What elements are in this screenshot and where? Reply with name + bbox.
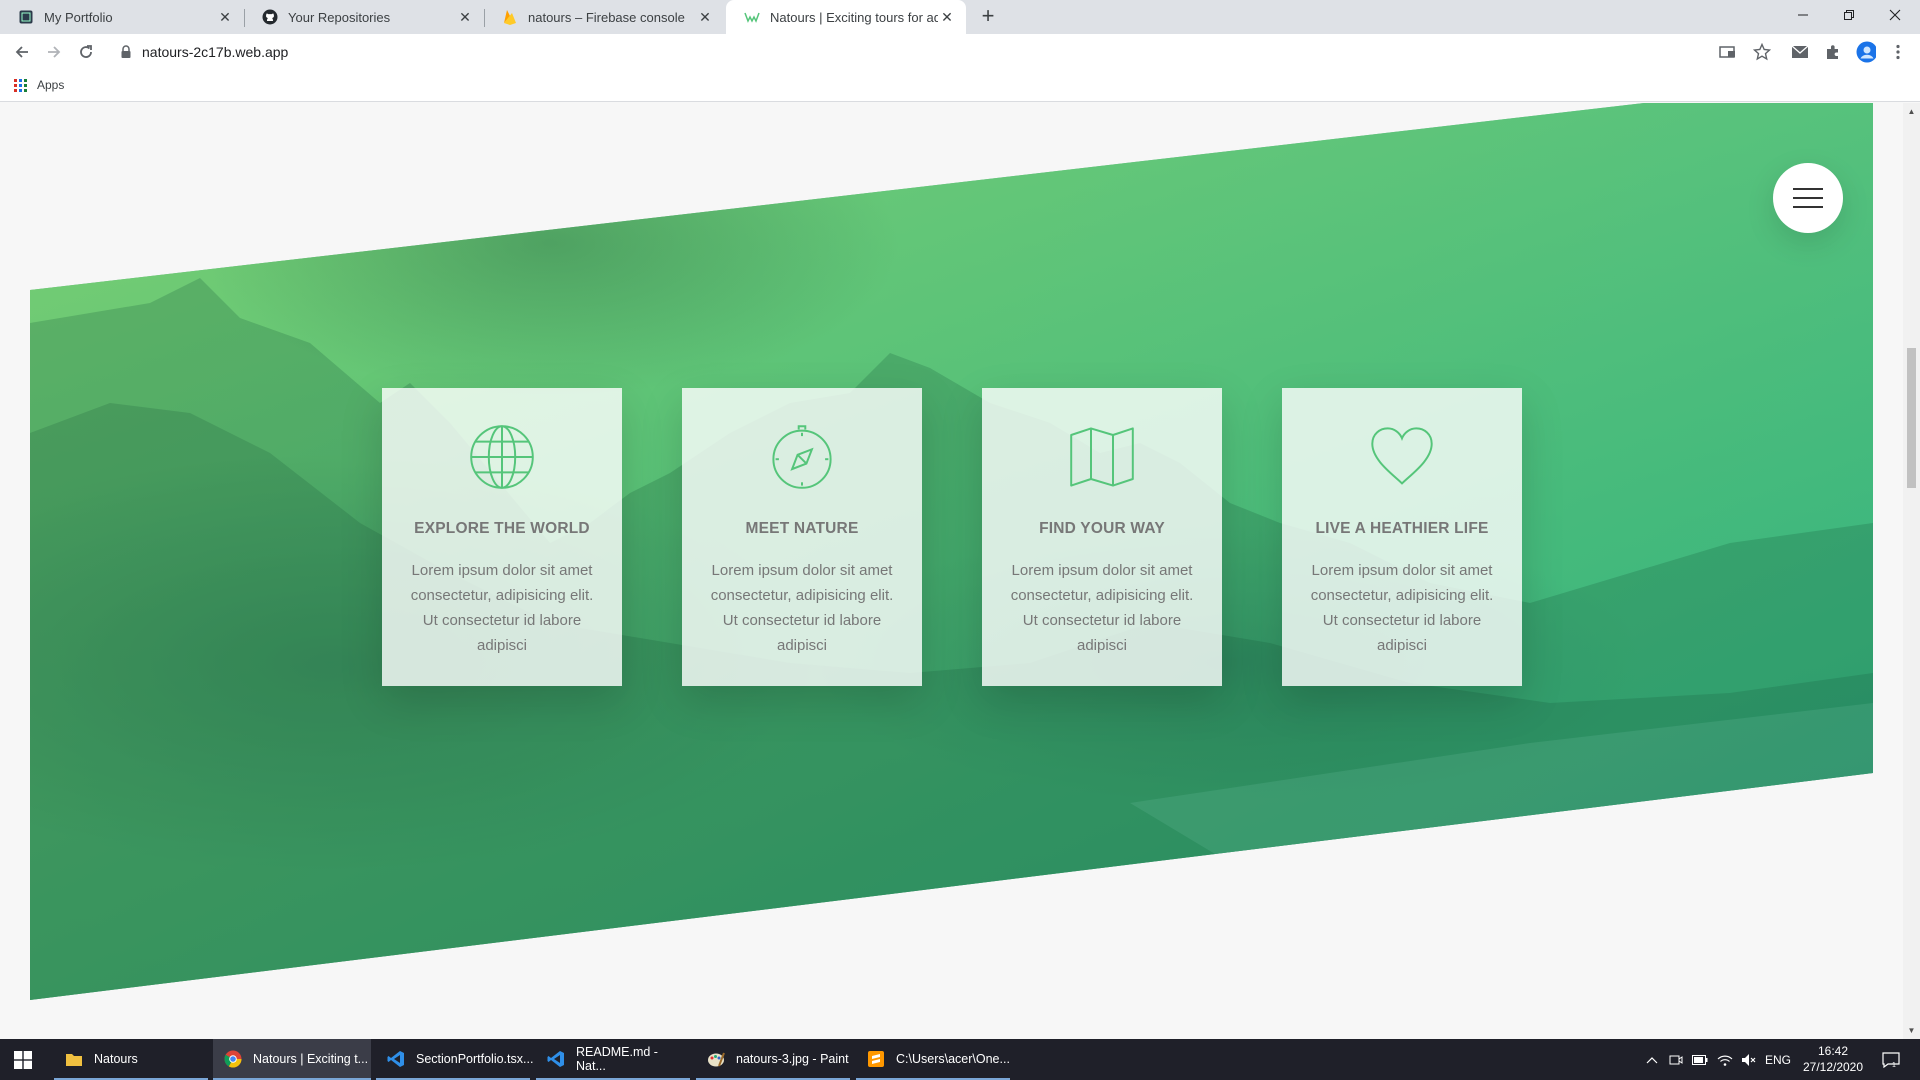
globe-icon [470, 425, 534, 489]
feature-title: Explore the world [414, 520, 590, 537]
taskbar-app-sublime[interactable]: C:\Users\acer\One... [856, 1039, 1010, 1080]
taskbar-app-label: SectionPortfolio.tsx... [416, 1051, 534, 1066]
apps-label: Apps [37, 78, 65, 92]
restore-button[interactable] [1826, 0, 1872, 30]
apps-shortcut[interactable]: Apps [14, 78, 64, 92]
taskbar-app-label: Natours | Exciting t... [253, 1051, 369, 1066]
page-scrollbar[interactable]: ▲ ▼ [1903, 103, 1920, 1039]
tab-title: Your Repositories [288, 9, 391, 25]
clock-date: 27/12/2020 [1802, 1060, 1864, 1074]
wifi-icon[interactable] [1714, 1039, 1736, 1080]
feature-card: Explore the world Lorem ipsum dolor sit … [382, 388, 622, 686]
taskbar-app-vscode[interactable]: README.md - Nat... [536, 1039, 690, 1080]
vscode-icon [386, 1049, 406, 1069]
browser-tab-strip: My Portfolio ✕ Your Repositories ✕ natou… [0, 0, 1920, 34]
windows-logo-icon [14, 1050, 32, 1069]
feature-card: Live a heathier life Lorem ipsum dolor s… [1282, 388, 1522, 686]
feature-text: Lorem ipsum dolor sit amet consectetur, … [1310, 562, 1494, 654]
clock-time: 16:42 [1817, 1044, 1849, 1058]
notification-count: 1 [1892, 1062, 1896, 1068]
new-tab-button[interactable]: + [976, 5, 1000, 29]
tab-your-repositories[interactable]: Your Repositories ✕ [244, 0, 484, 34]
bookmarks-bar: Apps [0, 70, 1920, 102]
hamburger-icon [1793, 188, 1823, 190]
address-bar[interactable]: natours-2c17b.web.app [108, 38, 1778, 66]
tab-title: Natours | Exciting tours for adven [770, 9, 938, 25]
portfolio-favicon [18, 9, 34, 25]
feature-text: Lorem ipsum dolor sit amet consectetur, … [710, 562, 894, 654]
taskbar-app-paint[interactable]: natours-3.jpg - Paint [696, 1039, 850, 1080]
map-icon [1070, 427, 1134, 487]
taskbar-app-label: natours-3.jpg - Paint [736, 1051, 849, 1066]
extensions-puzzle-icon[interactable] [1823, 42, 1843, 62]
chrome-menu-icon[interactable] [1888, 42, 1908, 62]
clock[interactable]: 16:42 27/12/2020 [1798, 1043, 1868, 1075]
paint-icon [706, 1049, 726, 1069]
close-icon[interactable]: ✕ [938, 8, 956, 26]
show-hidden-icons-chevron-icon[interactable] [1643, 1039, 1661, 1080]
tab-title: natours – Firebase console [528, 9, 685, 25]
notification-center-icon[interactable]: 1 [1874, 1039, 1908, 1080]
forward-button[interactable] [42, 40, 66, 64]
lock-icon [120, 45, 132, 59]
feature-title: Meet nature [745, 520, 859, 537]
bookmark-star-icon[interactable] [1752, 42, 1772, 62]
tab-firebase-console[interactable]: natours – Firebase console ✕ [484, 0, 724, 34]
feature-card: Find your way Lorem ipsum dolor sit amet… [982, 388, 1222, 686]
close-window-button[interactable] [1872, 0, 1918, 30]
minimize-button[interactable] [1780, 0, 1826, 30]
taskbar-app-explorer[interactable]: Natours [54, 1039, 208, 1080]
volume-muted-icon[interactable] [1738, 1039, 1760, 1080]
meet-now-icon[interactable] [1665, 1039, 1687, 1080]
scroll-down-arrow[interactable]: ▼ [1903, 1022, 1920, 1039]
mail-extension-icon[interactable] [1790, 42, 1810, 62]
tab-title: My Portfolio [44, 9, 113, 25]
close-icon[interactable]: ✕ [456, 8, 474, 26]
tab-my-portfolio[interactable]: My Portfolio ✕ [0, 0, 244, 34]
compass-icon [772, 425, 832, 489]
back-button[interactable] [10, 40, 34, 64]
reload-button[interactable] [74, 40, 98, 64]
hamburger-icon [1793, 206, 1823, 208]
vscode-icon [546, 1049, 566, 1069]
sublime-icon [866, 1049, 886, 1069]
feature-title: Live a heathier life [1315, 520, 1489, 537]
hamburger-icon [1793, 197, 1823, 199]
firebase-icon [502, 9, 518, 25]
tab-natours[interactable]: Natours | Exciting tours for adven ✕ [726, 0, 966, 34]
heart-icon [1371, 427, 1433, 485]
taskbar-app-label: C:\Users\acer\One... [896, 1051, 1010, 1066]
profile-avatar[interactable] [1856, 41, 1876, 63]
cast-icon[interactable] [1718, 42, 1738, 62]
navigation-menu-button[interactable] [1773, 163, 1843, 233]
battery-icon[interactable] [1689, 1039, 1711, 1080]
feature-title: Find your way [1039, 520, 1165, 537]
language-indicator[interactable]: ENG [1762, 1039, 1794, 1080]
scroll-up-arrow[interactable]: ▲ [1903, 103, 1920, 120]
folder-icon [64, 1049, 84, 1069]
github-icon [262, 9, 278, 25]
natours-favicon [744, 9, 760, 25]
url-text: natours-2c17b.web.app [142, 44, 289, 60]
features-section: Explore the world Lorem ipsum dolor sit … [30, 103, 1873, 1000]
feature-text: Lorem ipsum dolor sit amet consectetur, … [410, 562, 594, 654]
taskbar-app-label: Natours [94, 1051, 138, 1066]
mountain-background [30, 278, 1873, 1000]
browser-toolbar: natours-2c17b.web.app [0, 34, 1920, 70]
scroll-thumb[interactable] [1907, 348, 1916, 488]
close-icon[interactable]: ✕ [696, 8, 714, 26]
taskbar-app-chrome[interactable]: Natours | Exciting t... [213, 1039, 371, 1080]
windows-taskbar: Natours Natours | Exciting t... SectionP… [0, 1039, 1920, 1080]
taskbar-app-label: README.md - Nat... [576, 1044, 658, 1073]
feature-text: Lorem ipsum dolor sit amet consectetur, … [1010, 562, 1194, 654]
page-viewport: Explore the world Lorem ipsum dolor sit … [0, 103, 1920, 1039]
chrome-icon [223, 1049, 243, 1069]
taskbar-app-vscode[interactable]: SectionPortfolio.tsx... [376, 1039, 534, 1080]
start-button[interactable] [0, 1039, 46, 1080]
apps-grid-icon [14, 78, 27, 92]
close-icon[interactable]: ✕ [216, 8, 234, 26]
feature-card: Meet nature Lorem ipsum dolor sit amet c… [682, 388, 922, 686]
